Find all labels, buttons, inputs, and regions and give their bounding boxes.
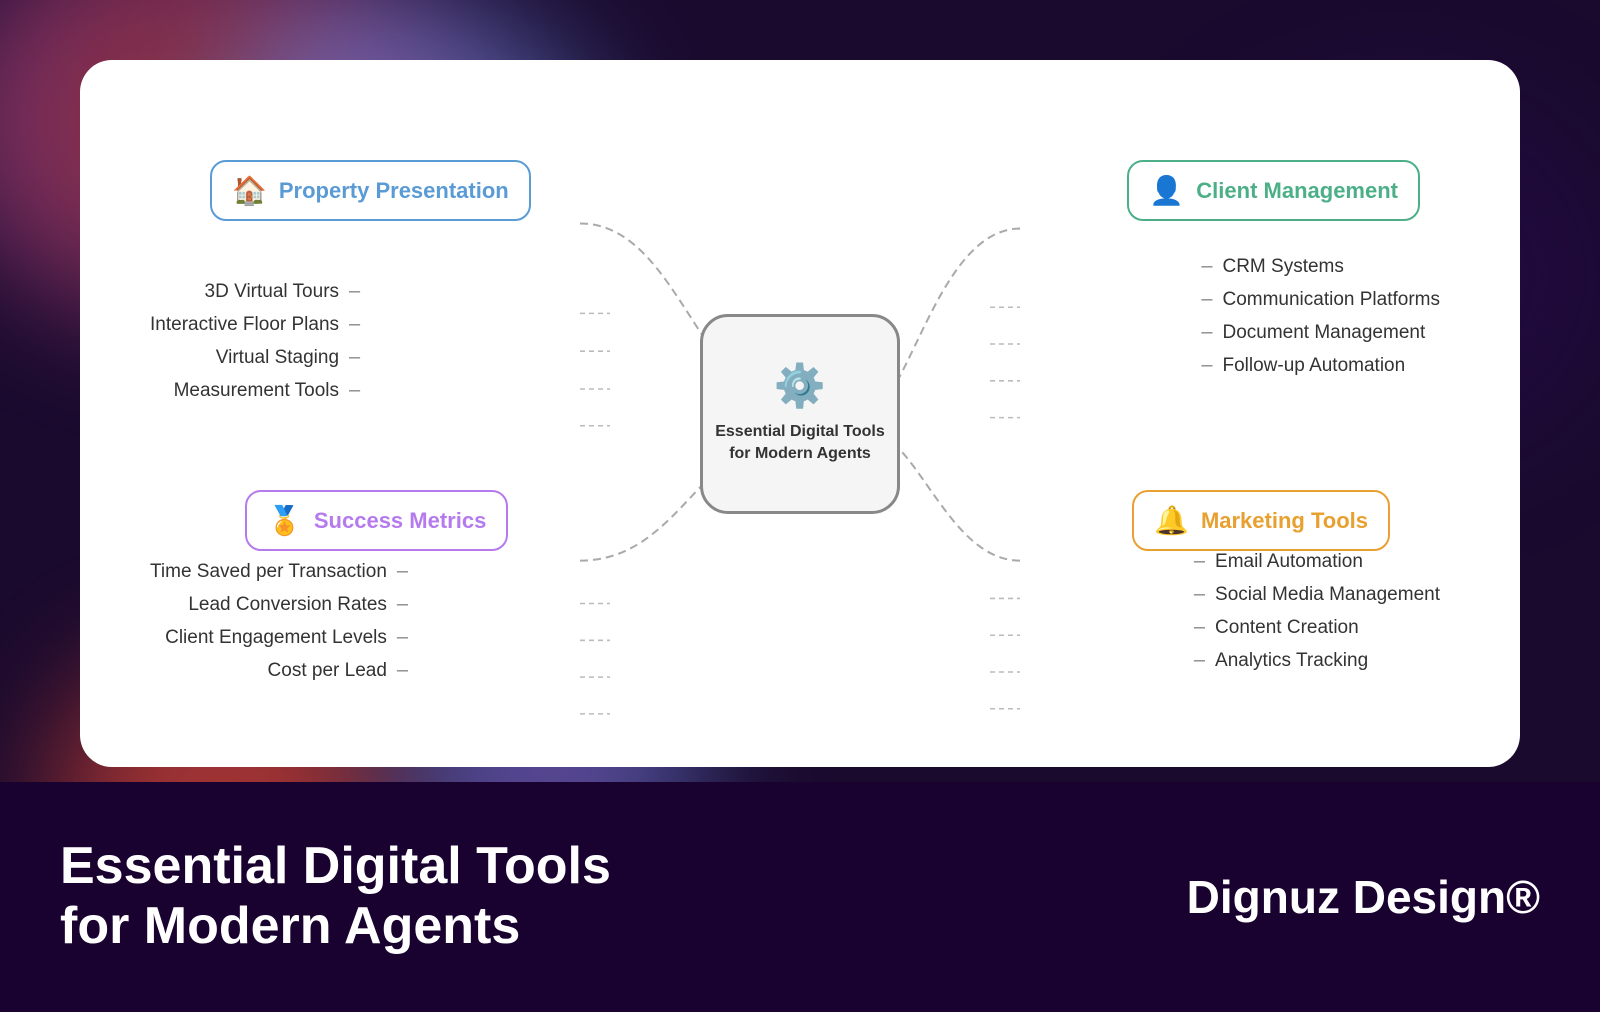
item-label: Cost per Lead: [268, 660, 387, 682]
list-item: Time Saved per Transaction –: [150, 560, 408, 583]
property-presentation-label: Property Presentation: [279, 178, 509, 204]
list-item: – Email Automation: [1194, 550, 1440, 573]
list-item: Measurement Tools –: [150, 379, 360, 402]
item-label: Follow-up Automation: [1222, 355, 1405, 377]
gear-icon: ⚙️: [774, 362, 826, 411]
list-item: Lead Conversion Rates –: [150, 593, 408, 616]
client-items-list: – CRM Systems – Communication Platforms …: [1201, 245, 1440, 387]
item-label: Time Saved per Transaction: [150, 561, 387, 583]
dash-icon: –: [1194, 616, 1205, 639]
dash-icon: –: [349, 379, 360, 402]
item-label: Lead Conversion Rates: [188, 594, 387, 616]
item-label: CRM Systems: [1222, 256, 1343, 278]
dash-icon: –: [397, 560, 408, 583]
property-icon: 🏠: [232, 174, 267, 207]
list-item: – CRM Systems: [1201, 255, 1440, 278]
dash-icon: –: [349, 280, 360, 303]
diagram: ⚙️ Essential Digital Tools for Modern Ag…: [80, 60, 1520, 767]
dash-icon: –: [1194, 550, 1205, 573]
item-label: Content Creation: [1215, 617, 1359, 639]
item-label: Interactive Floor Plans: [150, 314, 339, 336]
success-items-list: Time Saved per Transaction – Lead Conver…: [150, 550, 408, 692]
item-label: Communication Platforms: [1222, 289, 1440, 311]
success-metrics-label: Success Metrics: [314, 508, 486, 534]
dash-icon: –: [397, 626, 408, 649]
list-item: Virtual Staging –: [150, 346, 360, 369]
item-label: Analytics Tracking: [1215, 650, 1368, 672]
client-management-box: 👤 Client Management: [1127, 160, 1420, 221]
dash-icon: –: [1194, 583, 1205, 606]
list-item: Cost per Lead –: [150, 659, 408, 682]
item-label: Client Engagement Levels: [165, 627, 387, 649]
list-item: – Analytics Tracking: [1194, 649, 1440, 672]
dash-icon: –: [1201, 354, 1212, 377]
medal-icon: 🏅: [267, 504, 302, 537]
dash-icon: –: [349, 346, 360, 369]
list-item: Client Engagement Levels –: [150, 626, 408, 649]
dash-icon: –: [1201, 255, 1212, 278]
marketing-items-list: – Email Automation – Social Media Manage…: [1194, 540, 1440, 682]
property-presentation-box: 🏠 Property Presentation: [210, 160, 531, 221]
item-label: Measurement Tools: [174, 380, 339, 402]
bottom-bar: Essential Digital Tools for Modern Agent…: [0, 782, 1600, 1012]
marketing-tools-box: 🔔 Marketing Tools: [1132, 490, 1390, 551]
bottom-title: Essential Digital Tools for Modern Agent…: [60, 837, 660, 957]
list-item: – Communication Platforms: [1201, 288, 1440, 311]
dash-icon: –: [397, 593, 408, 616]
list-item: – Follow-up Automation: [1201, 354, 1440, 377]
main-card: ⚙️ Essential Digital Tools for Modern Ag…: [80, 60, 1520, 767]
list-item: 3D Virtual Tours –: [150, 280, 360, 303]
list-item: Interactive Floor Plans –: [150, 313, 360, 336]
dash-icon: –: [1194, 649, 1205, 672]
list-item: – Social Media Management: [1194, 583, 1440, 606]
list-item: – Document Management: [1201, 321, 1440, 344]
property-items-list: 3D Virtual Tours – Interactive Floor Pla…: [150, 270, 360, 412]
person-icon: 👤: [1149, 174, 1184, 207]
dash-icon: –: [1201, 321, 1212, 344]
item-label: Email Automation: [1215, 551, 1363, 573]
dash-icon: –: [397, 659, 408, 682]
client-management-label: Client Management: [1196, 178, 1398, 204]
item-label: 3D Virtual Tours: [205, 281, 339, 303]
brand-name: Dignuz Design®: [1187, 870, 1540, 924]
dash-icon: –: [1201, 288, 1212, 311]
item-label: Document Management: [1222, 322, 1425, 344]
center-node: ⚙️ Essential Digital Tools for Modern Ag…: [700, 314, 900, 514]
list-item: – Content Creation: [1194, 616, 1440, 639]
item-label: Social Media Management: [1215, 584, 1440, 606]
item-label: Virtual Staging: [216, 347, 339, 369]
dash-icon: –: [349, 313, 360, 336]
center-node-label: Essential Digital Tools for Modern Agent…: [703, 421, 897, 466]
bell-icon: 🔔: [1154, 504, 1189, 537]
success-metrics-box: 🏅 Success Metrics: [245, 490, 508, 551]
marketing-tools-label: Marketing Tools: [1201, 508, 1368, 534]
